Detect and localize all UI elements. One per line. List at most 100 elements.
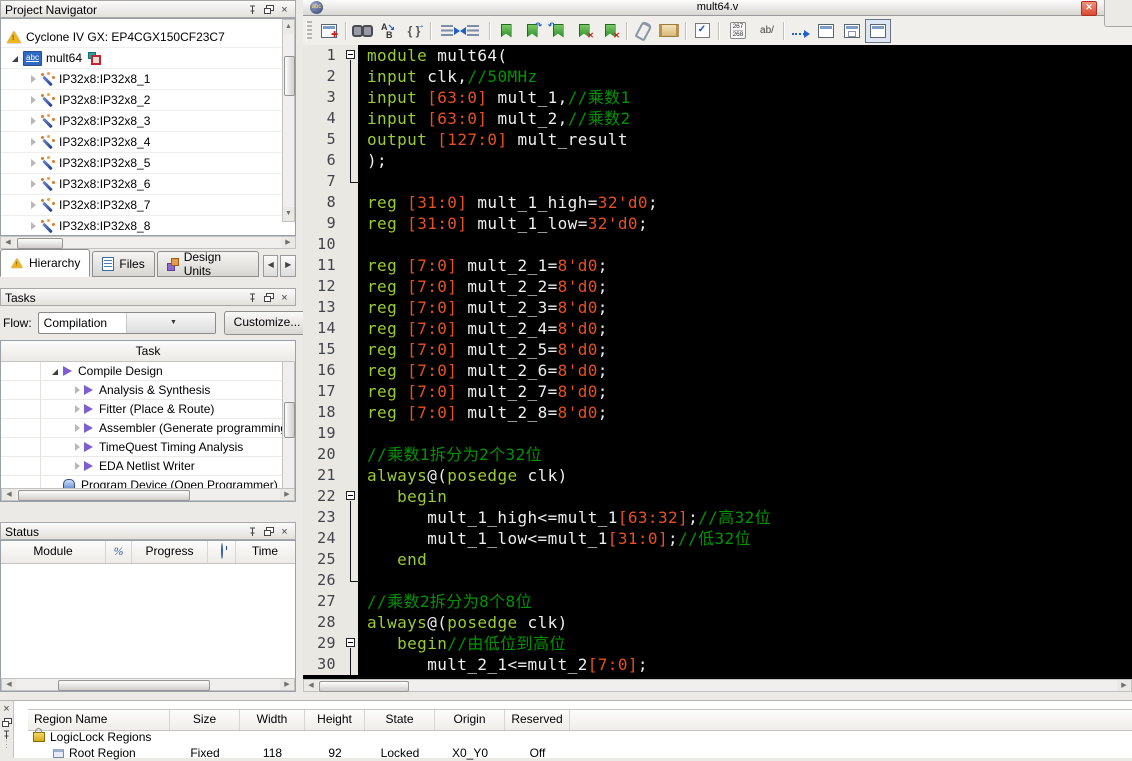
collapsed-arrow-icon[interactable] — [75, 443, 80, 451]
tree-item-instance[interactable]: IP32x8:IP32x8_3 — [1, 111, 295, 132]
task-row[interactable]: Compile Design — [1, 362, 295, 381]
pin-icon[interactable] — [246, 4, 259, 16]
goto-button[interactable] — [787, 19, 813, 43]
code-line[interactable]: 3 input [63:0] mult_1,//乘数1 — [303, 87, 1132, 108]
toggle-comment-button[interactable]: ab/ — [754, 19, 780, 43]
code-line[interactable]: 26 — [303, 570, 1132, 591]
next-bookmark-button[interactable]: ↷ — [519, 19, 545, 43]
code-line[interactable]: 8 reg [31:0] mult_1_high=32'd0; — [303, 192, 1132, 213]
indent-button[interactable] — [434, 19, 460, 43]
col-state[interactable]: State — [365, 710, 435, 730]
toolbar-grip[interactable] — [306, 20, 312, 41]
tab-design-units[interactable]: Design Units — [156, 250, 259, 278]
code-line[interactable]: 18 reg [7:0] mult_2_8=8'd0; — [303, 402, 1132, 423]
code-line[interactable]: 17 reg [7:0] mult_2_7=8'd0; — [303, 381, 1132, 402]
collapsed-arrow-icon[interactable] — [31, 180, 36, 188]
task-row[interactable]: EDA Netlist Writer — [1, 457, 295, 476]
code-line[interactable]: 5 output [127:0] mult_result — [303, 129, 1132, 150]
tree-item-top-module[interactable]: abc mult64 — [1, 48, 295, 69]
float-window-icon[interactable] — [262, 4, 275, 16]
code-line[interactable]: 25 end — [303, 549, 1132, 570]
col-origin[interactable]: Origin — [435, 710, 505, 730]
insert-file-button[interactable] — [630, 19, 656, 43]
region-row[interactable]: LogicLock Regions — [28, 728, 1132, 745]
code-line[interactable]: 10 — [303, 234, 1132, 255]
editor-hscrollbar[interactable]: ◀ ▶ — [303, 679, 1132, 692]
task-row[interactable]: Fitter (Place & Route) — [1, 400, 295, 419]
collapsed-arrow-icon[interactable] — [75, 424, 80, 432]
tree-item-instance[interactable]: IP32x8:IP32x8_8 — [1, 216, 295, 235]
editor-close-icon[interactable]: ✕ — [1081, 1, 1097, 16]
code-line[interactable]: 20 //乘数1拆分为2个32位 — [303, 444, 1132, 465]
code-line[interactable]: 14 reg [7:0] mult_2_4=8'd0; — [303, 318, 1132, 339]
expanded-arrow-icon[interactable] — [52, 369, 58, 375]
tasks-vscrollbar[interactable] — [282, 361, 295, 489]
col-size[interactable]: Size — [170, 710, 240, 730]
code-line[interactable]: 6); — [303, 150, 1132, 171]
tree-item-instance[interactable]: IP32x8:IP32x8_6 — [1, 174, 295, 195]
code-line[interactable]: 11 reg [7:0] mult_2_1=8'd0; — [303, 255, 1132, 276]
pin-icon[interactable] — [246, 526, 259, 538]
collapsed-arrow-icon[interactable] — [31, 159, 36, 167]
new-from-template-button[interactable]: ✚ — [316, 19, 342, 43]
code-line[interactable]: 9 reg [31:0] mult_1_low=32'd0; — [303, 213, 1132, 234]
code-line[interactable]: 19 — [303, 423, 1132, 444]
clear-bookmark-button[interactable]: ✕ — [571, 19, 597, 43]
view-mode-2-button[interactable] — [839, 19, 865, 43]
code-line[interactable]: 1 module mult64( — [303, 45, 1132, 66]
collapsed-arrow-icon[interactable] — [75, 386, 80, 394]
status-col-clock[interactable] — [208, 541, 236, 563]
code-line[interactable]: 7 — [303, 171, 1132, 192]
float-window-icon[interactable] — [0, 716, 13, 728]
tree-item-instance[interactable]: IP32x8:IP32x8_7 — [1, 195, 295, 216]
close-icon[interactable]: × — [278, 292, 291, 304]
col-reserved[interactable]: Reserved — [505, 710, 570, 730]
code-line[interactable]: 29 begin//由低位到高位 — [303, 633, 1132, 654]
close-icon[interactable]: × — [278, 4, 291, 16]
clear-all-bookmarks-button[interactable]: ✕ — [597, 19, 623, 43]
expanded-arrow-icon[interactable] — [12, 56, 18, 62]
status-hscrollbar[interactable]: ◀ ▶ — [1, 678, 295, 691]
replace-button[interactable]: A↘ B — [375, 19, 401, 43]
code-line[interactable]: 12 reg [7:0] mult_2_2=8'd0; — [303, 276, 1132, 297]
tab-scroll-left-icon[interactable]: ◀ — [262, 255, 279, 277]
float-window-icon[interactable] — [262, 292, 275, 304]
task-row[interactable]: Assembler (Generate programming f — [1, 419, 295, 438]
code-line[interactable]: 2 input clk,//50MHz — [303, 66, 1132, 87]
collapsed-arrow-icon[interactable] — [31, 117, 36, 125]
tab-hierarchy[interactable]: ! Hierarchy — [0, 249, 91, 277]
status-col-module[interactable]: Module — [1, 541, 106, 563]
code-line[interactable]: 15 reg [7:0] mult_2_5=8'd0; — [303, 339, 1132, 360]
tab-scroll-right-icon[interactable]: ▶ — [280, 255, 296, 277]
toggle-bookmark-button[interactable] — [493, 19, 519, 43]
tree-item-instance[interactable]: IP32x8:IP32x8_4 — [1, 132, 295, 153]
code-line[interactable]: 30 mult_2_1<=mult_2[7:0]; — [303, 654, 1132, 675]
code-line[interactable]: 13 reg [7:0] mult_2_3=8'd0; — [303, 297, 1132, 318]
close-icon[interactable]: × — [0, 703, 13, 715]
status-col-percent[interactable]: % — [106, 541, 132, 563]
region-row[interactable]: Root Region Fixed 118 92 Locked X0_Y0 Off — [28, 745, 1132, 761]
customize-button[interactable]: Customize... — [223, 311, 311, 335]
code-area[interactable]: 1 module mult64(2 input clk,//50MHz 3 input … — [303, 45, 1132, 675]
drag-handle[interactable]: ⋮ — [2, 740, 11, 749]
navigator-hscrollbar[interactable]: ◀ ▶ — [0, 236, 296, 249]
tasks-hscrollbar[interactable]: ◀ ▶ — [1, 488, 295, 501]
find-button[interactable] — [349, 19, 375, 43]
tab-files[interactable]: Files — [92, 251, 155, 277]
code-line[interactable]: 23 mult_1_high<=mult_1[63:32];//高32位 — [303, 507, 1132, 528]
flow-select[interactable]: Compilation ▼ — [37, 312, 216, 334]
collapsed-arrow-icon[interactable] — [75, 405, 80, 413]
prev-bookmark-button[interactable]: ↶ — [545, 19, 571, 43]
tree-item-device[interactable]: ! Cyclone IV GX: EP4CGX150CF23C7 — [1, 27, 295, 48]
task-row[interactable]: Analysis & Synthesis — [1, 381, 295, 400]
fold-marker-icon[interactable] — [344, 45, 358, 66]
status-col-progress[interactable]: Progress — [132, 541, 208, 563]
col-region-name[interactable]: Region Name — [28, 710, 170, 730]
collapsed-arrow-icon[interactable] — [31, 96, 36, 104]
collapsed-arrow-icon[interactable] — [31, 75, 36, 83]
col-height[interactable]: Height — [305, 710, 365, 730]
collapsed-arrow-icon[interactable] — [31, 222, 36, 230]
pin-icon[interactable] — [246, 292, 259, 304]
close-icon[interactable]: × — [278, 526, 291, 538]
view-mode-3-button[interactable] — [865, 18, 891, 43]
